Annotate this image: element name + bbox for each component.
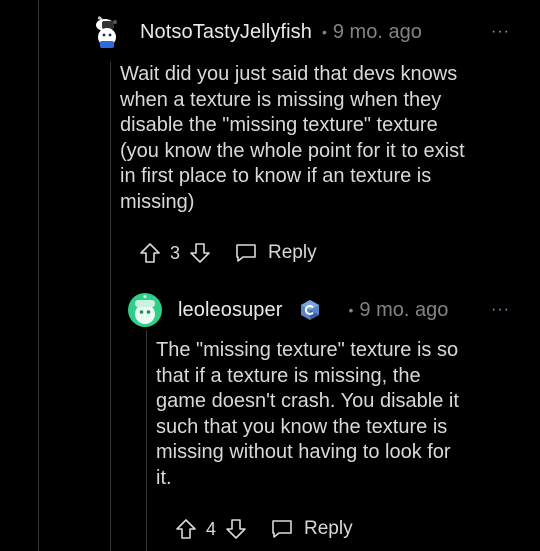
reply-icon <box>272 520 292 538</box>
comment: NotsoTastyJellyfish • 9 mo. ago ··· Wait… <box>90 8 510 271</box>
comment: leoleosuper • 9 mo. ago ··· The "missing… <box>128 286 510 547</box>
upvote-icon[interactable] <box>138 241 162 265</box>
comment-header: NotsoTastyJellyfish • 9 mo. ago ··· <box>90 8 510 56</box>
reply-label: Reply <box>268 242 317 263</box>
downvote-icon[interactable] <box>188 241 212 265</box>
more-options-icon[interactable]: ··· <box>491 24 510 40</box>
meta-separator: • <box>321 24 327 40</box>
comment-author[interactable]: leoleosuper <box>178 299 283 322</box>
comment-actions: 4 Reply <box>128 511 510 547</box>
comment-timestamp: 9 mo. ago <box>359 298 449 321</box>
more-options-icon[interactable]: ··· <box>491 302 510 318</box>
comment-body: Wait did you just said that devs knows w… <box>120 63 465 213</box>
reply-button[interactable]: Reply <box>270 517 353 541</box>
thread-line[interactable] <box>38 0 39 551</box>
upvote-icon[interactable] <box>174 517 198 541</box>
reply-icon <box>236 244 256 262</box>
meta-separator: • <box>348 302 354 318</box>
comment-author[interactable]: NotsoTastyJellyfish <box>140 21 312 44</box>
downvote-icon[interactable] <box>224 517 248 541</box>
comment-actions: 3 Reply <box>90 235 510 271</box>
reply-label: Reply <box>304 518 353 539</box>
comment-header: leoleosuper • 9 mo. ago ··· <box>128 286 510 334</box>
comment-timestamp: 9 mo. ago <box>332 20 422 43</box>
snoo-avatar-icon[interactable] <box>90 15 124 49</box>
vote-count: 3 <box>170 242 181 263</box>
comment-body: The "missing texture" texture is so that… <box>156 339 459 489</box>
snoo-avatar-icon[interactable] <box>128 293 162 327</box>
c-plus-plus-flair-icon <box>300 300 319 320</box>
reply-button[interactable]: Reply <box>234 241 317 265</box>
vote-count: 4 <box>206 518 217 539</box>
